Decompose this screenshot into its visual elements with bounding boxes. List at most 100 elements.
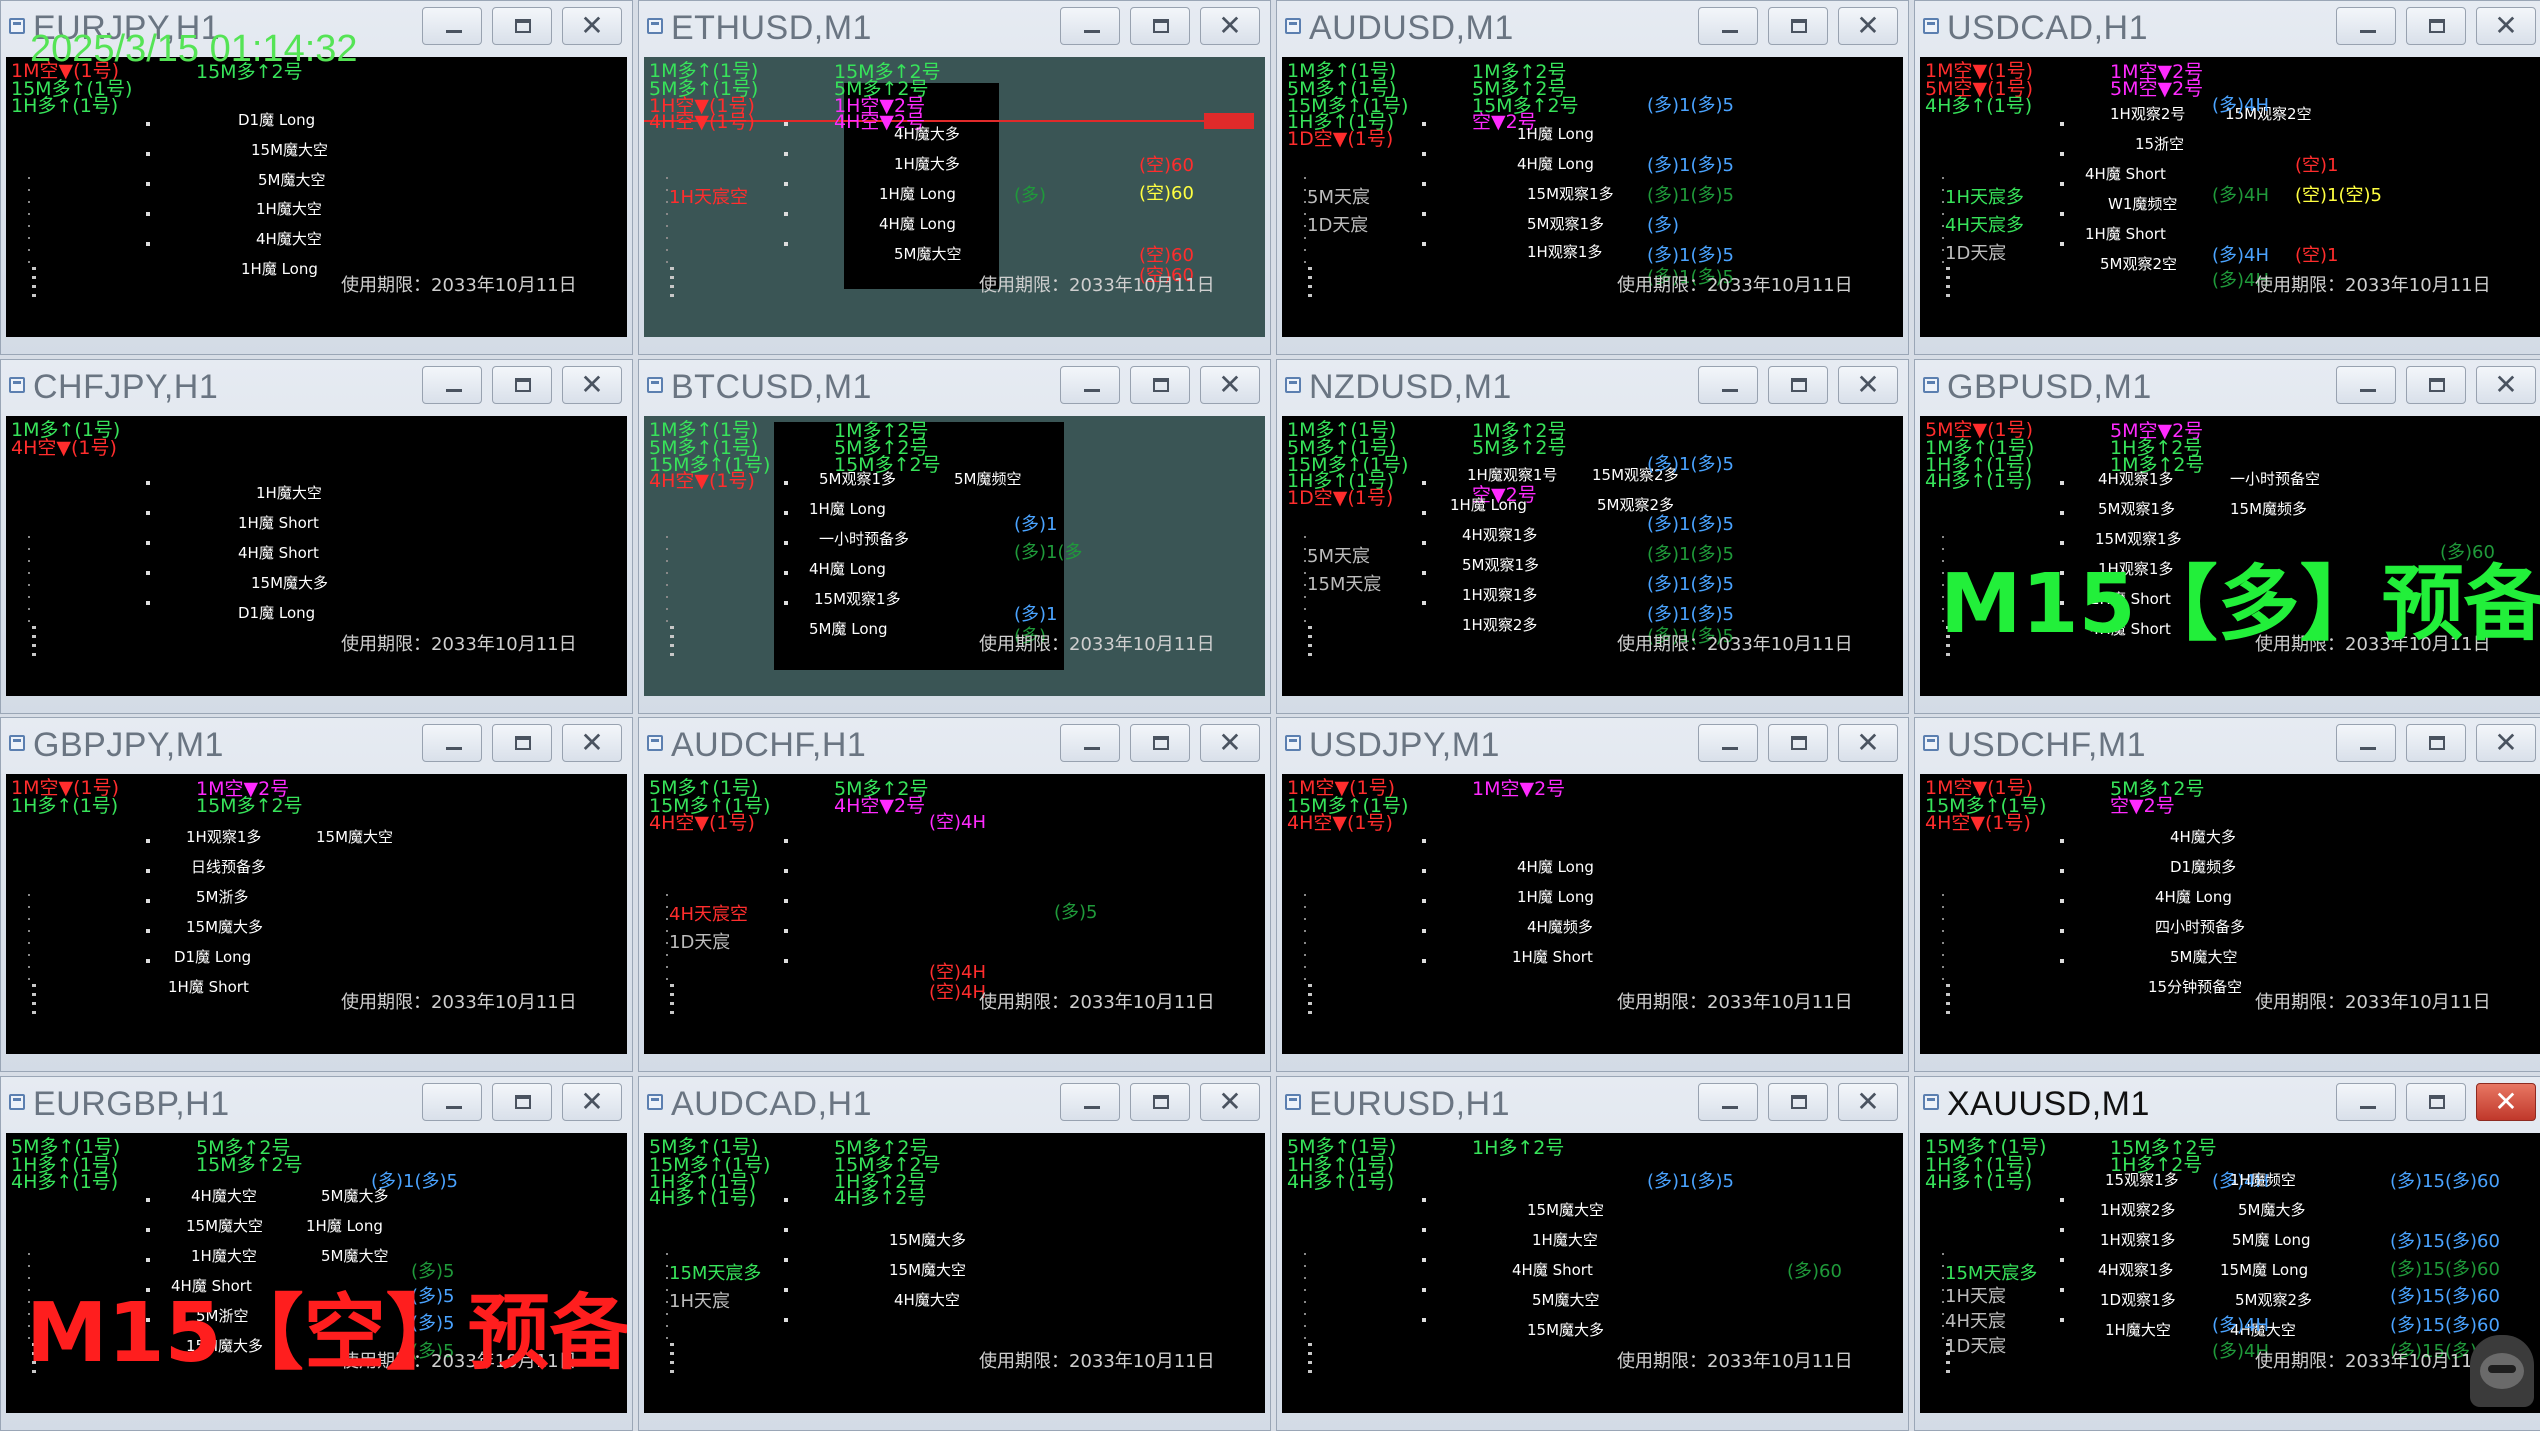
minimize-button[interactable]: [422, 1083, 482, 1121]
chart-area[interactable]: 1M空▼(1号) 5M空▼(1号) 4H多↑(1号) 1M空▼2号 5M空▼2号 15M观…: [1920, 57, 2540, 337]
minimize-button[interactable]: [1698, 1083, 1758, 1121]
volume-tick: [1308, 1370, 1312, 1373]
chart-area[interactable]: 1M多↑(1号) 5M多↑(1号) 15M多↑(1号) 1H多↑(1号) 1D空▼(1号…: [1282, 57, 1903, 337]
window-titlebar[interactable]: EURUSD,H1 ✕: [1277, 1077, 1908, 1131]
chart-area[interactable]: 5M空▼(1号) 1M多↑(1号) 1H多↑(1号) 4H多↑(1号) 5M空▼2号 1H…: [1920, 416, 2540, 696]
close-button[interactable]: ✕: [2476, 724, 2536, 762]
window-titlebar[interactable]: AUDCHF,H1 ✕: [639, 718, 1270, 772]
chart-area[interactable]: 1M多↑(1号) 5M多↑(1号) 1H空▼(1号) 4H空▼(1号) 15M多↑2号 5…: [644, 57, 1265, 337]
chart-window[interactable]: CHFJPY,H1 ✕ 1M多↑(1号) 4H空▼(1号) 1H魔大空 1H魔 Short…: [0, 359, 633, 714]
maximize-button[interactable]: [492, 724, 552, 762]
close-button[interactable]: ✕: [1200, 366, 1260, 404]
window-titlebar[interactable]: BTCUSD,M1 ✕: [639, 360, 1270, 414]
maximize-button[interactable]: [492, 366, 552, 404]
close-button[interactable]: ✕: [1838, 724, 1898, 762]
window-titlebar[interactable]: CHFJPY,H1 ✕: [1, 360, 632, 414]
chart-window[interactable]: USDCAD,H1 ✕ 1M空▼(1号) 5M空▼(1号) 4H多↑(1号) 1M空▼2号…: [1914, 0, 2540, 355]
chart-window[interactable]: GBPJPY,M1 ✕ 1M空▼(1号) 1H多↑(1号) 1M空▼2号 15M多↑2号 1…: [0, 717, 633, 1072]
chart-window[interactable]: ETHUSD,M1 ✕ 1M多↑(1号) 5M多↑(1号) 1H空▼(1号) 4H空▼(1…: [638, 0, 1271, 355]
minimize-button[interactable]: [1060, 1083, 1120, 1121]
chart-area[interactable]: 5M多↑(1号) 15M多↑(1号) 4H空▼(1号) 5M多↑2号 4H空▼2号 (空)…: [644, 774, 1265, 1054]
window-titlebar[interactable]: USDCAD,H1 ✕: [1915, 1, 2540, 55]
maximize-button[interactable]: [1130, 724, 1190, 762]
minimize-button[interactable]: [1698, 366, 1758, 404]
window-titlebar[interactable]: AUDUSD,M1 ✕: [1277, 1, 1908, 55]
expiry-label: 使用期限：2033年10月11日: [2255, 1351, 2491, 1372]
minimize-button[interactable]: [422, 724, 482, 762]
window-titlebar[interactable]: USDCHF,M1 ✕: [1915, 718, 2540, 772]
maximize-button[interactable]: [2406, 366, 2466, 404]
indicator-dot: [1422, 1258, 1426, 1262]
window-titlebar[interactable]: USDJPY,M1 ✕: [1277, 718, 1908, 772]
chart-area[interactable]: 5M多↑(1号) 1H多↑(1号) 4H多↑(1号) 1H多↑2号 (多)1(多)5 15…: [1282, 1133, 1903, 1413]
chart-area[interactable]: 1M多↑(1号) 5M多↑(1号) 15M多↑(1号) 4H空▼(1号) 1M多↑2号 5…: [644, 416, 1265, 696]
chart-window[interactable]: GBPUSD,M1 ✕ 5M空▼(1号) 1M多↑(1号) 1H多↑(1号) 4H多↑(1…: [1914, 359, 2540, 714]
chart-area[interactable]: 15M多↑(1号) 1H多↑(1号) 4H多↑(1号) 15M多↑2号 1H多↑2号 15…: [1920, 1133, 2540, 1413]
chart-window[interactable]: USDCHF,M1 ✕ 1M空▼(1号) 15M多↑(1号) 4H空▼(1号) 5M多↑2…: [1914, 717, 2540, 1072]
chart-window[interactable]: BTCUSD,M1 ✕ 1M多↑(1号) 5M多↑(1号) 15M多↑(1号) 4H空▼(…: [638, 359, 1271, 714]
window-titlebar[interactable]: GBPJPY,M1 ✕: [1, 718, 632, 772]
maximize-button[interactable]: [2406, 1083, 2466, 1121]
maximize-button[interactable]: [492, 1083, 552, 1121]
chart-area[interactable]: 5M多↑(1号) 1H多↑(1号) 4H多↑(1号) 5M多↑2号 15M多↑2号 4H魔…: [6, 1133, 627, 1413]
indicator-dot: [2060, 152, 2064, 156]
chart-area[interactable]: 1M空▼(1号) 15M多↑(1号) 1H多↑(1号) 15M多↑2号 D1魔 Long…: [6, 57, 627, 337]
chart-window[interactable]: EURGBP,H1 ✕ 5M多↑(1号) 1H多↑(1号) 4H多↑(1号) 5M多↑2号…: [0, 1076, 633, 1431]
maximize-button[interactable]: [1768, 366, 1828, 404]
window-titlebar[interactable]: GBPUSD,M1 ✕: [1915, 360, 2540, 414]
minimize-button[interactable]: [2336, 724, 2396, 762]
close-button[interactable]: ✕: [2476, 1083, 2536, 1121]
chart-window[interactable]: AUDUSD,M1 ✕ 1M多↑(1号) 5M多↑(1号) 15M多↑(1号) 1H多↑(…: [1276, 0, 1909, 355]
chart-area[interactable]: 1M空▼(1号) 15M多↑(1号) 4H空▼(1号) 1M空▼2号 4H魔 Long 1…: [1282, 774, 1903, 1054]
maximize-button[interactable]: [2406, 724, 2466, 762]
minimize-button[interactable]: [1060, 7, 1120, 45]
chart-area[interactable]: 1M空▼(1号) 1H多↑(1号) 1M空▼2号 15M多↑2号 1H观察1多 15M魔大…: [6, 774, 627, 1054]
close-button[interactable]: ✕: [2476, 366, 2536, 404]
close-button[interactable]: ✕: [1200, 7, 1260, 45]
close-button[interactable]: ✕: [562, 724, 622, 762]
close-button[interactable]: ✕: [1838, 7, 1898, 45]
window-titlebar[interactable]: EURGBP,H1 ✕: [1, 1077, 632, 1131]
close-icon: ✕: [580, 368, 604, 401]
maximize-button[interactable]: [492, 7, 552, 45]
minimize-button[interactable]: [1060, 366, 1120, 404]
maximize-button[interactable]: [1130, 366, 1190, 404]
chart-area[interactable]: 5M多↑(1号) 15M多↑(1号) 1H多↑(1号) 4H多↑(1号) 5M多↑2号 1…: [644, 1133, 1265, 1413]
minimize-button[interactable]: [2336, 366, 2396, 404]
chart-window[interactable]: EURUSD,H1 ✕ 5M多↑(1号) 1H多↑(1号) 4H多↑(1号) 1H多↑2号…: [1276, 1076, 1909, 1431]
chart-window[interactable]: AUDCAD,H1 ✕ 5M多↑(1号) 15M多↑(1号) 1H多↑(1号) 4H多↑(…: [638, 1076, 1271, 1431]
close-button[interactable]: ✕: [1838, 366, 1898, 404]
chart-area[interactable]: 1M空▼(1号) 15M多↑(1号) 4H空▼(1号) 5M多↑2号 空▼2号 4H魔大多…: [1920, 774, 2540, 1054]
minimize-button[interactable]: [1698, 724, 1758, 762]
minimize-button[interactable]: [1698, 7, 1758, 45]
window-titlebar[interactable]: NZDUSD,M1 ✕: [1277, 360, 1908, 414]
minimize-button[interactable]: [2336, 1083, 2396, 1121]
close-button[interactable]: ✕: [562, 366, 622, 404]
close-button[interactable]: ✕: [1838, 1083, 1898, 1121]
minimize-button[interactable]: [422, 7, 482, 45]
close-button[interactable]: ✕: [2476, 7, 2536, 45]
signal-label: (空)4H: [929, 982, 987, 1003]
window-titlebar[interactable]: XAUUSD,M1 ✕: [1915, 1077, 2540, 1131]
minimize-button[interactable]: [1060, 724, 1120, 762]
chart-window[interactable]: AUDCHF,H1 ✕ 5M多↑(1号) 15M多↑(1号) 4H空▼(1号) 5M多↑2…: [638, 717, 1271, 1072]
maximize-button[interactable]: [1768, 724, 1828, 762]
chart-area[interactable]: 1M多↑(1号) 4H空▼(1号) 1H魔大空 1H魔 Short 4H魔 Short 1…: [6, 416, 627, 696]
window-titlebar[interactable]: AUDCAD,H1 ✕: [639, 1077, 1270, 1131]
maximize-button[interactable]: [1130, 1083, 1190, 1121]
chart-window[interactable]: NZDUSD,M1 ✕ 1M多↑(1号) 5M多↑(1号) 15M多↑(1号) 1H多↑(…: [1276, 359, 1909, 714]
minimize-button[interactable]: [2336, 7, 2396, 45]
maximize-button[interactable]: [1768, 7, 1828, 45]
close-button[interactable]: ✕: [1200, 1083, 1260, 1121]
chart-area[interactable]: 1M多↑(1号) 5M多↑(1号) 15M多↑(1号) 1H多↑(1号) 1D空▼(1号…: [1282, 416, 1903, 696]
chart-window[interactable]: XAUUSD,M1 ✕ 15M多↑(1号) 1H多↑(1号) 4H多↑(1号) 15M多↑…: [1914, 1076, 2540, 1431]
minimize-button[interactable]: [422, 366, 482, 404]
maximize-button[interactable]: [1130, 7, 1190, 45]
close-button[interactable]: ✕: [1200, 724, 1260, 762]
close-button[interactable]: ✕: [562, 7, 622, 45]
maximize-button[interactable]: [1768, 1083, 1828, 1121]
maximize-button[interactable]: [2406, 7, 2466, 45]
chart-window[interactable]: USDJPY,M1 ✕ 1M空▼(1号) 15M多↑(1号) 4H空▼(1号) 1M空▼2…: [1276, 717, 1909, 1072]
close-button[interactable]: ✕: [562, 1083, 622, 1121]
window-titlebar[interactable]: ETHUSD,M1 ✕: [639, 1, 1270, 55]
